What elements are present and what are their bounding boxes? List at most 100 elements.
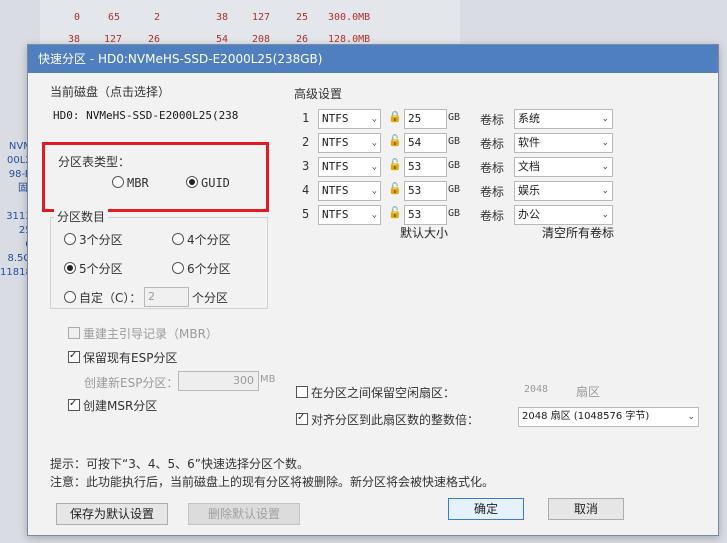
current-disk-selector[interactable]: HD0: NVMeHS-SSD-E2000L25(238 bbox=[50, 107, 278, 125]
reserve-gap-label: 在分区之间保留空闲扇区： bbox=[311, 386, 456, 400]
filesystem-select[interactable]: NTFS ⌄ bbox=[318, 109, 381, 129]
highlight-box bbox=[42, 142, 269, 212]
partition-number: 4 bbox=[302, 183, 310, 197]
ok-button[interactable]: 确定 bbox=[448, 498, 524, 520]
keep-esp-checkbox[interactable]: 保留现有ESP分区 bbox=[68, 349, 177, 366]
size-input[interactable]: 53 bbox=[404, 157, 447, 177]
save-default-button[interactable]: 保存为默认设置 bbox=[56, 503, 168, 525]
align-checkbox[interactable]: 对齐分区到此扇区数的整数倍： bbox=[296, 411, 479, 428]
reserve-gap-value[interactable]: 2048 bbox=[524, 384, 548, 395]
filesystem-value: NTFS bbox=[322, 160, 349, 173]
volume-label-caption: 卷标 bbox=[480, 161, 505, 175]
filesystem-value: NTFS bbox=[322, 112, 349, 125]
volume-label-select[interactable]: 办公 ⌄ bbox=[514, 205, 613, 225]
chevron-down-icon: ⌄ bbox=[601, 186, 609, 196]
filesystem-value: NTFS bbox=[322, 208, 349, 221]
cancel-button[interactable]: 取消 bbox=[548, 498, 624, 520]
delete-default-button[interactable]: 删除默认设置 bbox=[188, 503, 300, 525]
chevron-down-icon: ⌄ bbox=[601, 114, 609, 124]
align-label: 对齐分区到此扇区数的整数倍： bbox=[311, 413, 480, 427]
unlock-icon[interactable]: 🔓 bbox=[388, 134, 402, 147]
align-box[interactable] bbox=[296, 413, 308, 425]
rebuild-mbr-label: 重建主引导记录（MBR） bbox=[83, 327, 218, 341]
radio-3-indicator[interactable] bbox=[64, 233, 76, 245]
default-size-button[interactable]: 默认大小 bbox=[358, 223, 490, 243]
radio-3-partitions[interactable]: 3个分区 bbox=[64, 231, 123, 248]
reserve-gap-box[interactable] bbox=[296, 386, 308, 398]
create-esp-size-input[interactable]: 300 bbox=[178, 371, 259, 391]
advanced-settings-label: 高级设置 bbox=[294, 87, 343, 101]
clear-labels-button[interactable]: 清空所有卷标 bbox=[514, 223, 642, 243]
radio-5-label: 5个分区 bbox=[79, 262, 123, 276]
reserve-gap-unit: 扇区 bbox=[576, 385, 601, 399]
size-input[interactable]: 54 bbox=[404, 133, 447, 153]
size-input[interactable]: 53 bbox=[404, 205, 447, 225]
radio-6-indicator[interactable] bbox=[172, 262, 184, 274]
chevron-down-icon: ⌄ bbox=[687, 412, 695, 422]
radio-6-partitions[interactable]: 6个分区 bbox=[172, 260, 231, 277]
filesystem-select[interactable]: NTFS ⌄ bbox=[318, 157, 381, 177]
radio-3-label: 3个分区 bbox=[79, 233, 123, 247]
background-table: 0 65 2 38 127 25 300.0MB 38 127 26 54 20… bbox=[40, 0, 460, 46]
custom-count-input[interactable]: 2 bbox=[144, 287, 189, 307]
chevron-down-icon: ⌄ bbox=[371, 162, 377, 172]
reserve-gap-checkbox[interactable]: 在分区之间保留空闲扇区： bbox=[296, 384, 455, 401]
notice-text: 注意：此功能执行后，当前磁盘上的现有分区将被删除。新分区将会被快速格式化。 bbox=[50, 475, 495, 489]
create-msr-box[interactable] bbox=[68, 399, 80, 411]
size-input[interactable]: 53 bbox=[404, 181, 447, 201]
volume-label-select[interactable]: 软件 ⌄ bbox=[514, 133, 613, 153]
volume-label-caption: 卷标 bbox=[480, 209, 505, 223]
bg-cell: 2 bbox=[154, 12, 161, 23]
filesystem-value: NTFS bbox=[322, 136, 349, 149]
bg-cell: 0 bbox=[74, 12, 81, 23]
filesystem-select[interactable]: NTFS ⌄ bbox=[318, 205, 381, 225]
radio-custom-label: 自定（C）： bbox=[79, 291, 142, 305]
chevron-down-icon: ⌄ bbox=[371, 138, 377, 148]
bg-cell: 300.0MB bbox=[328, 12, 371, 23]
partition-number: 5 bbox=[302, 207, 310, 221]
partition-count-label: 分区数目 bbox=[54, 208, 109, 225]
unlock-icon[interactable]: 🔓 bbox=[388, 158, 402, 171]
partition-number: 2 bbox=[302, 135, 310, 149]
unlock-icon[interactable]: 🔓 bbox=[388, 206, 402, 219]
filesystem-select[interactable]: NTFS ⌄ bbox=[318, 181, 381, 201]
bg-cell: 38 bbox=[216, 12, 229, 23]
unlock-icon[interactable]: 🔓 bbox=[388, 182, 402, 195]
partition-number: 1 bbox=[302, 111, 310, 125]
rebuild-mbr-checkbox[interactable]: 重建主引导记录（MBR） bbox=[68, 325, 218, 342]
create-msr-checkbox[interactable]: 创建MSR分区 bbox=[68, 397, 157, 414]
filesystem-value: NTFS bbox=[322, 184, 349, 197]
chevron-down-icon: ⌄ bbox=[601, 210, 609, 220]
chevron-down-icon: ⌄ bbox=[371, 210, 377, 220]
quick-partition-dialog: 快速分区 - HD0:NVMeHS-SSD-E2000L25(238GB) 当前… bbox=[27, 44, 719, 536]
volume-label-caption: 卷标 bbox=[480, 185, 505, 199]
rebuild-mbr-box[interactable] bbox=[68, 327, 80, 339]
keep-esp-box[interactable] bbox=[68, 351, 80, 363]
radio-5-partitions[interactable]: 5个分区 bbox=[64, 260, 123, 277]
hint-text: 提示：可按下“3、4、5、6”快速选择分区个数。 bbox=[50, 457, 309, 471]
create-esp-label: 创建新ESP分区： bbox=[84, 376, 179, 390]
volume-label-value: 系统 bbox=[518, 112, 540, 125]
dialog-title[interactable]: 快速分区 - HD0:NVMeHS-SSD-E2000L25(238GB) bbox=[28, 45, 718, 73]
background-row: 0 65 2 38 127 25 300.0MB bbox=[40, 10, 460, 28]
filesystem-select[interactable]: NTFS ⌄ bbox=[318, 133, 381, 153]
volume-label-select[interactable]: 系统 ⌄ bbox=[514, 109, 613, 129]
create-esp-unit: MB bbox=[260, 374, 276, 385]
lock-icon[interactable]: 🔒 bbox=[388, 110, 402, 123]
size-unit: GB bbox=[448, 112, 461, 123]
volume-label-select[interactable]: 娱乐 ⌄ bbox=[514, 181, 613, 201]
partition-number: 3 bbox=[302, 159, 310, 173]
align-value: 2048 扇区 (1048576 字节) bbox=[522, 411, 650, 422]
radio-5-indicator[interactable] bbox=[64, 262, 76, 274]
create-msr-label: 创建MSR分区 bbox=[83, 399, 158, 413]
chevron-down-icon: ⌄ bbox=[371, 186, 377, 196]
volume-label-select[interactable]: 文档 ⌄ bbox=[514, 157, 613, 177]
radio-custom-indicator[interactable] bbox=[64, 291, 76, 303]
radio-4-indicator[interactable] bbox=[172, 233, 184, 245]
size-unit: GB bbox=[448, 136, 461, 147]
radio-custom[interactable]: 自定（C）： bbox=[64, 289, 141, 306]
radio-4-partitions[interactable]: 4个分区 bbox=[172, 231, 231, 248]
radio-4-label: 4个分区 bbox=[187, 233, 231, 247]
align-select[interactable]: 2048 扇区 (1048576 字节) ⌄ bbox=[518, 407, 699, 427]
size-input[interactable]: 25 bbox=[404, 109, 447, 129]
